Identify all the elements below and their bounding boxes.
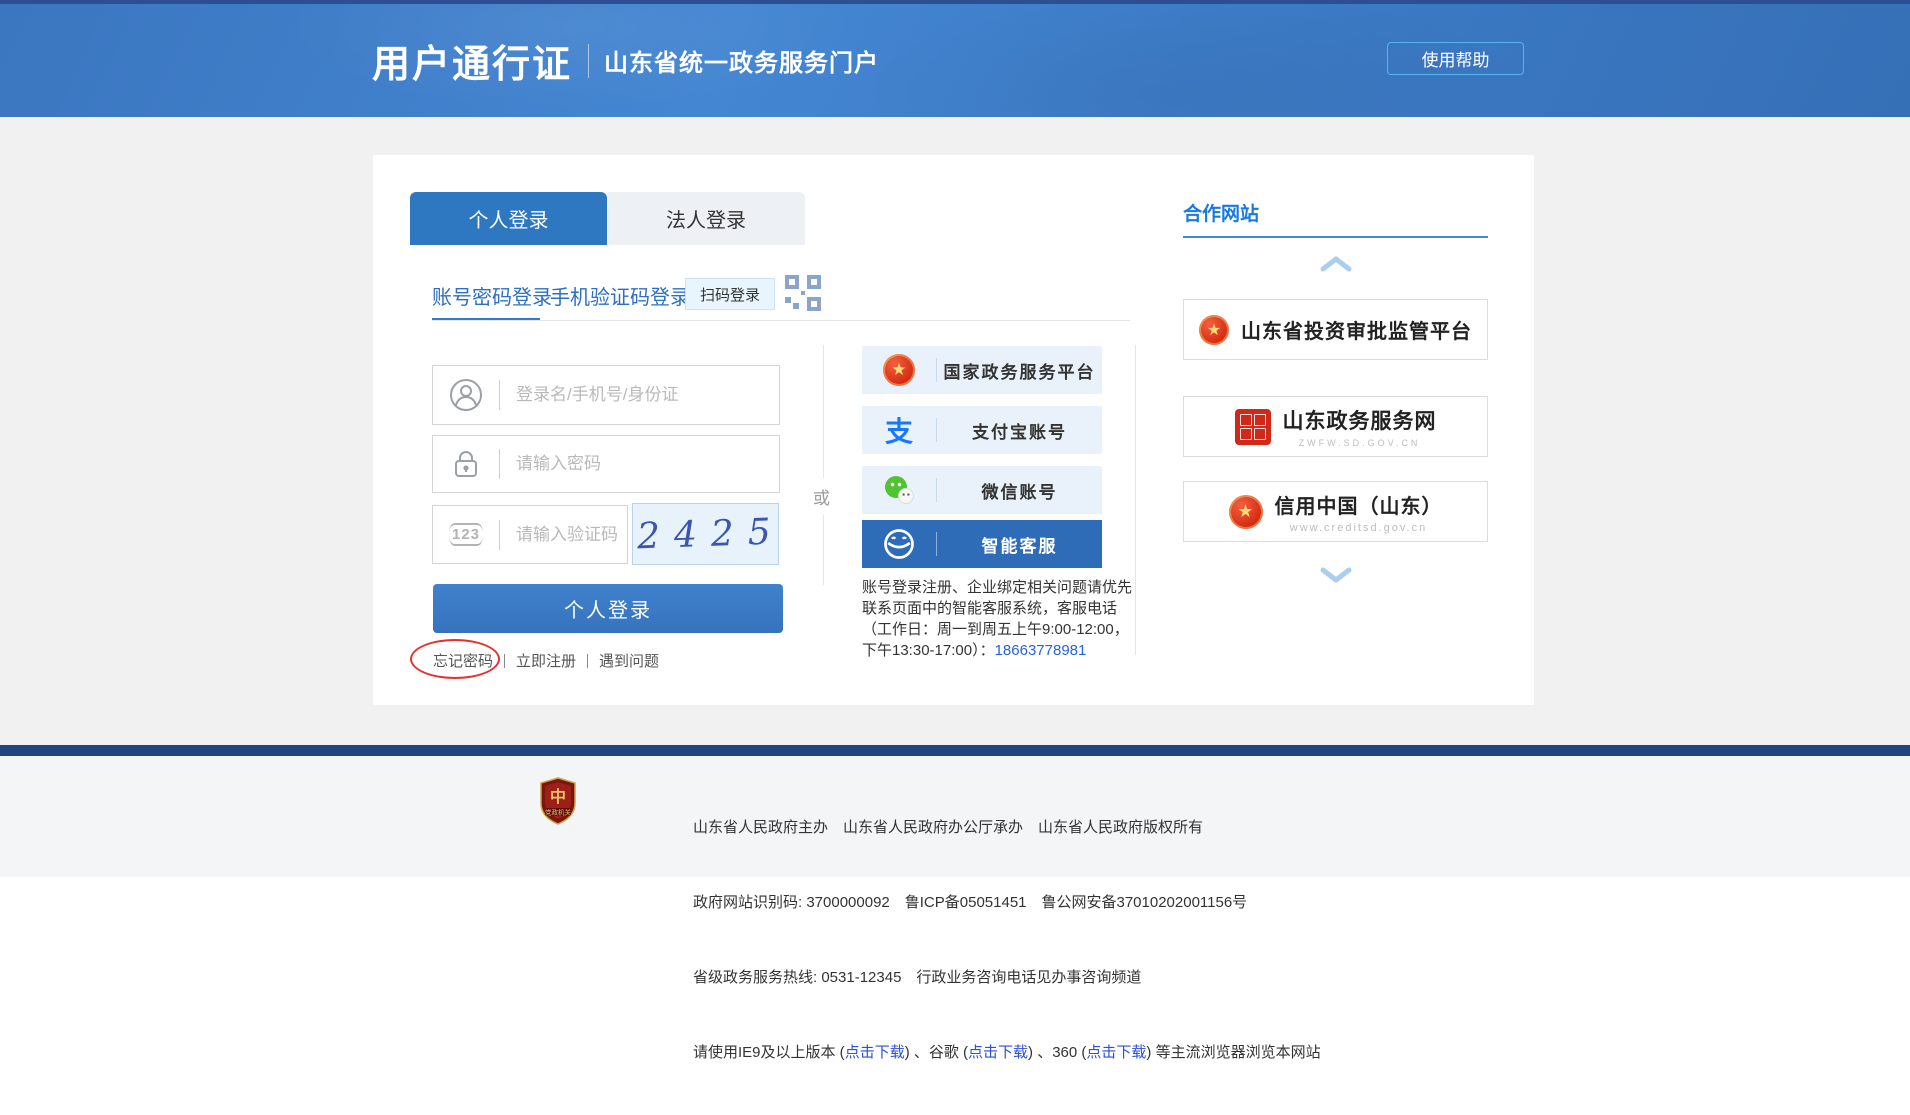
footer-line-3: 省级政务服务热线: 0531-12345 行政业务咨询电话见办事咨询频道 (693, 965, 1321, 990)
forgot-password-link[interactable]: 忘记密码 (433, 650, 493, 671)
page-title: 用户通行证 (372, 33, 572, 88)
footer-line-1: 山东省人民政府主办 山东省人民政府办公厅承办 山东省人民政府版权所有 (693, 815, 1321, 840)
partner-title-underline (1183, 236, 1488, 238)
partner-sites-title: 合作网站 (1183, 199, 1259, 226)
partner-site-government-service[interactable]: 山东政务服务网 ZWFW.SD.GOV.CN (1183, 396, 1488, 457)
header: 用户通行证 山东省统一政务服务门户 使用帮助 (0, 4, 1910, 117)
captcha-123-icon: 123 (433, 523, 499, 546)
footer-accent-bar (0, 745, 1910, 756)
partner-site-credit-china[interactable]: ★ 信用中国（山东） www.creditsd.gov.cn (1183, 481, 1488, 542)
footer-text-block: 山东省人民政府主办 山东省人民政府办公厅承办 山东省人民政府版权所有 政府网站识… (693, 765, 1321, 1115)
personal-login-button[interactable]: 个人登录 (433, 584, 783, 633)
site-url-caption: ZWFW.SD.GOV.CN (1283, 438, 1437, 448)
wechat-icon (862, 474, 936, 506)
help-button[interactable]: 使用帮助 (1387, 42, 1524, 75)
username-input[interactable] (500, 385, 779, 405)
login-card: 个人登录 法人登录 账号密码登录 手机验证码登录 扫码登录 (373, 155, 1534, 705)
user-icon (433, 377, 499, 413)
panel-divider-line (1135, 345, 1136, 655)
helper-links: 忘记密码 立即注册 遇到问题 (433, 650, 659, 671)
method-account-password[interactable]: 账号密码登录 (432, 281, 552, 310)
red-seal-icon (1235, 409, 1271, 445)
captcha-field: 123 (432, 505, 628, 564)
portal-subtitle: 山东省统一政务服务门户 (604, 43, 879, 78)
robot-customer-service-icon (862, 526, 936, 562)
lock-icon (433, 447, 499, 481)
download-link-chrome[interactable]: 点击下载 (968, 1044, 1028, 1061)
or-text: 或 (811, 478, 832, 515)
captcha-input[interactable] (500, 525, 627, 545)
password-input[interactable] (500, 454, 779, 474)
alipay-icon: 支 (862, 410, 936, 450)
footer: 中 党政机关 山东省人民政府主办 山东省人民政府办公厅承办 山东省人民政府版权所… (0, 756, 1910, 877)
customer-service-note: 账号登录注册、企业绑定相关问题请优先联系页面中的智能客服系统，客服电话（工作日：… (862, 577, 1142, 661)
sso-wechat-button[interactable]: 微信账号 (862, 466, 1102, 514)
tab-legal-login[interactable]: 法人登录 (607, 192, 805, 245)
captcha-image[interactable]: 2425 (632, 503, 779, 565)
sso-smart-customer-service-button[interactable]: 智能客服 (862, 520, 1102, 568)
method-sms-code[interactable]: 手机验证码登录 (550, 281, 690, 310)
tab-personal-login[interactable]: 个人登录 (410, 192, 607, 245)
brand: 用户通行证 山东省统一政务服务门户 (372, 4, 879, 117)
site-url-caption: www.creditsd.gov.cn (1275, 522, 1443, 534)
footer-line-2: 政府网站识别码: 3700000092 鲁ICP备05051451 鲁公网安备3… (693, 890, 1321, 915)
government-badge-icon: 中 党政机关 (538, 777, 578, 825)
national-emblem-icon: ★ (1199, 315, 1229, 345)
method-divider-line (432, 320, 1130, 321)
national-emblem-icon: ★ (862, 354, 936, 386)
captcha-digits: 2425 (626, 511, 785, 557)
or-divider-line (823, 345, 824, 585)
footer-line-browsers: 请使用IE9及以上版本 (点击下载) 、谷歌 (点击下载) 、360 (点击下载… (693, 1040, 1321, 1065)
method-qr-login[interactable]: 扫码登录 (685, 278, 775, 310)
svg-text:中: 中 (550, 787, 566, 806)
download-link-360[interactable]: 点击下载 (1086, 1044, 1146, 1061)
link-separator (504, 654, 505, 668)
problem-link[interactable]: 遇到问题 (599, 650, 659, 671)
qr-code-icon[interactable] (783, 273, 823, 313)
register-link[interactable]: 立即注册 (516, 650, 576, 671)
service-phone-link[interactable]: 18663778981 (995, 642, 1087, 659)
chevron-up-icon[interactable] (1319, 256, 1353, 272)
download-link-ie[interactable]: 点击下载 (845, 1044, 905, 1061)
sso-alipay-button[interactable]: 支 支付宝账号 (862, 406, 1102, 454)
brand-divider (588, 44, 589, 78)
national-emblem-icon: ★ (1229, 495, 1263, 529)
page-background: 个人登录 法人登录 账号密码登录 手机验证码登录 扫码登录 (0, 117, 1910, 745)
chevron-down-icon[interactable] (1319, 567, 1353, 583)
username-field (432, 365, 780, 425)
sso-national-platform-button[interactable]: ★ 国家政务服务平台 (862, 346, 1102, 394)
partner-site-investment-platform[interactable]: ★ 山东省投资审批监管平台 (1183, 299, 1488, 360)
badge-text-holder: 党政机关 (545, 808, 572, 817)
link-separator (587, 654, 588, 668)
password-field (432, 435, 780, 493)
